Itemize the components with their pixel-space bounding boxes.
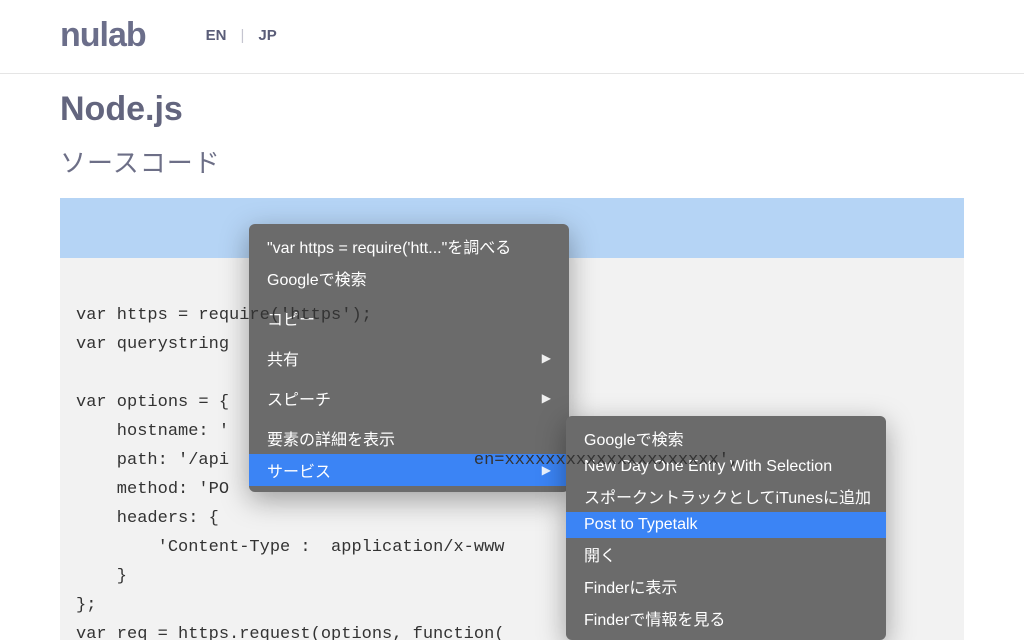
section-title: ソースコード bbox=[60, 143, 964, 180]
lang-en[interactable]: EN bbox=[206, 27, 227, 44]
language-switcher: EN | JP bbox=[206, 27, 277, 44]
lang-jp[interactable]: JP bbox=[258, 27, 276, 44]
page-content: Node.js ソースコード var https = require('http… bbox=[0, 74, 1024, 640]
code-text: var https = require('https'); var querys… bbox=[76, 301, 948, 640]
menu-google-search[interactable]: Googleで検索 bbox=[249, 262, 569, 294]
page-title: Node.js bbox=[60, 90, 964, 129]
header: nulab EN | JP bbox=[0, 0, 1024, 74]
lang-separator: | bbox=[241, 27, 245, 44]
logo[interactable]: nulab bbox=[60, 16, 146, 55]
menu-lookup[interactable]: "var https = require('htt..."を調べる bbox=[249, 230, 569, 262]
